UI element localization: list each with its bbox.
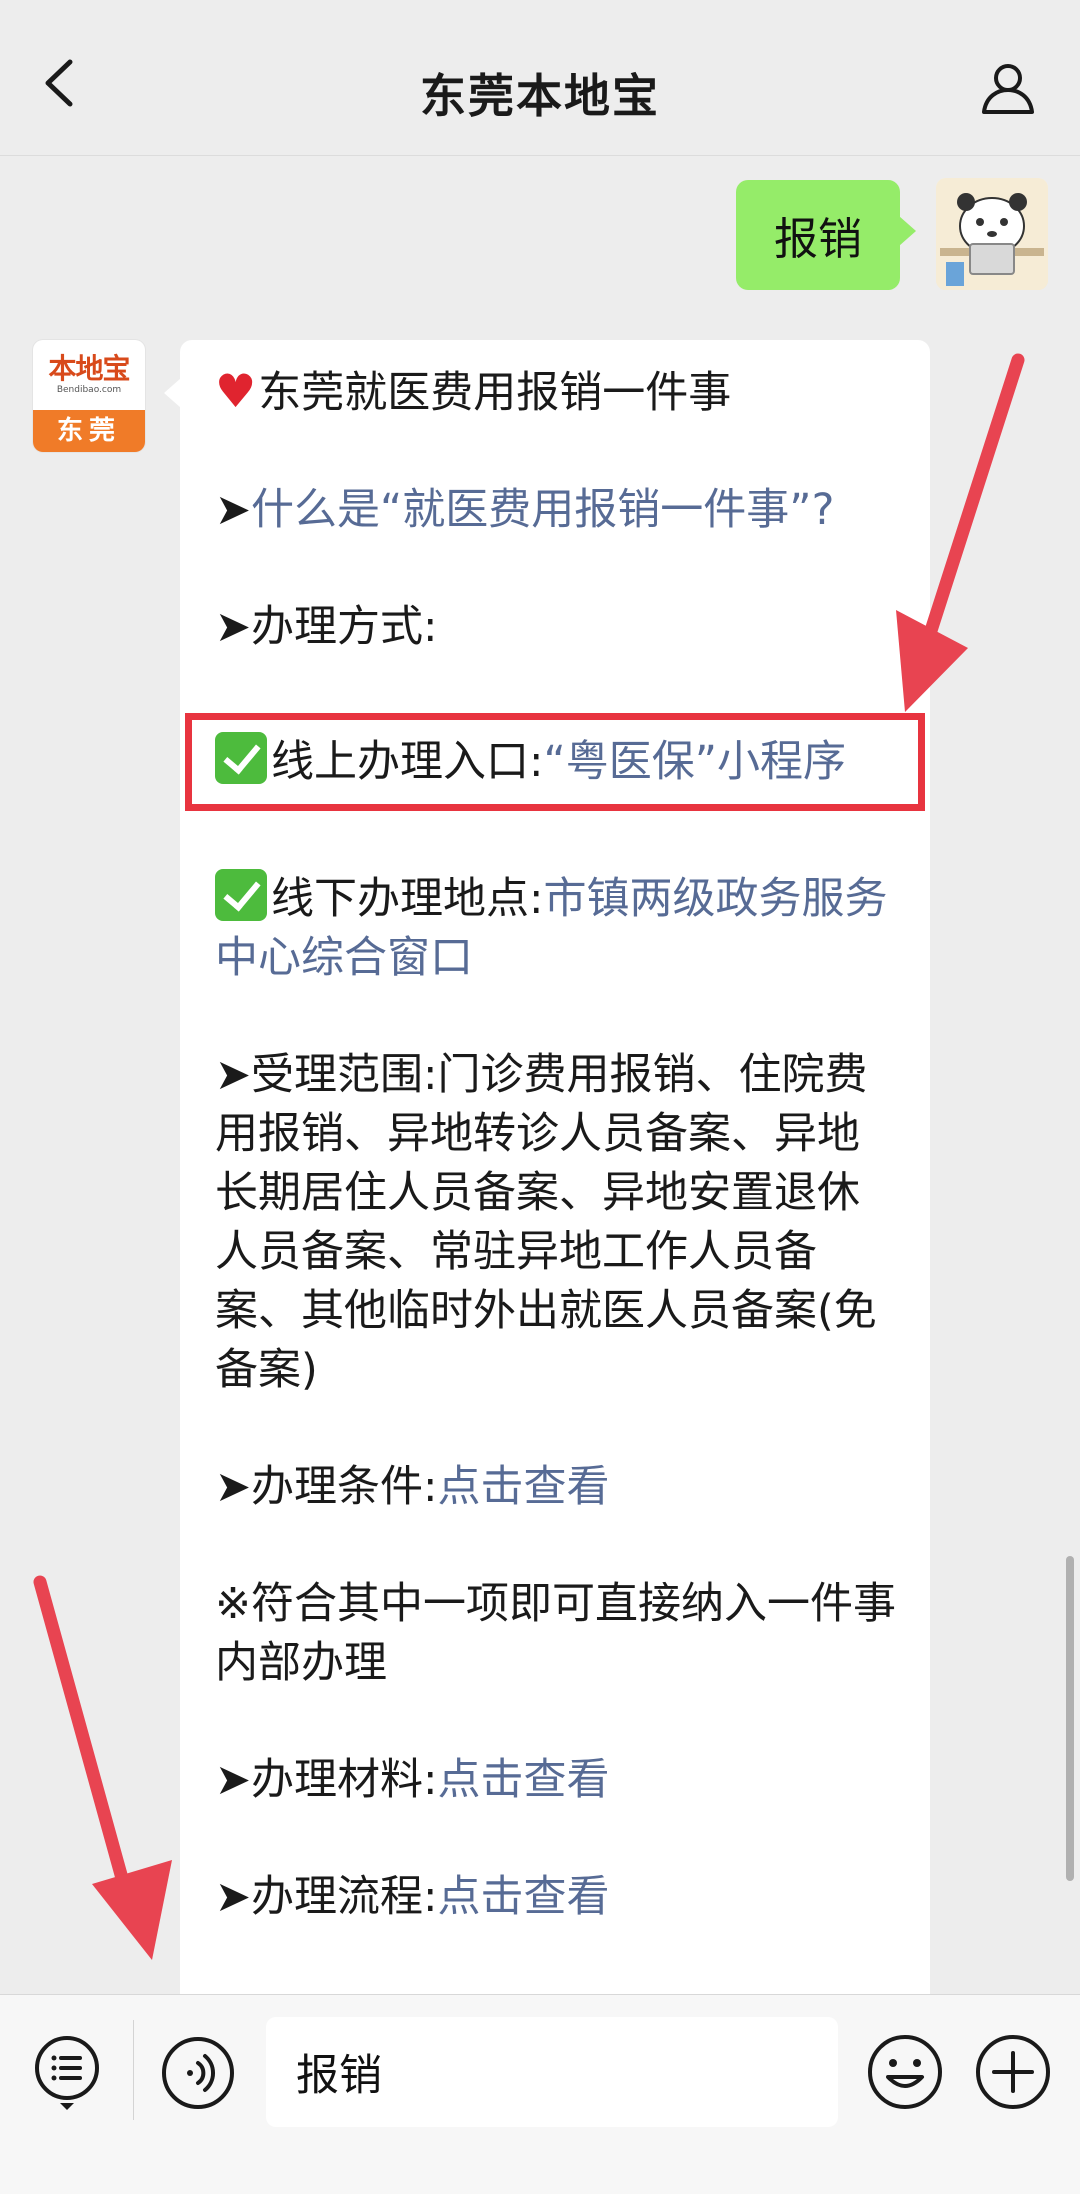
heading-text: 东莞就医费用报销一件事 bbox=[258, 368, 732, 418]
chat-header: 东莞本地宝 bbox=[0, 0, 1080, 156]
what-is-line: ➤什么是“就医费用报销一件事”? bbox=[215, 481, 898, 540]
conditions-link[interactable]: 点击查看 bbox=[438, 1462, 610, 1512]
heart-icon: ♥ bbox=[215, 364, 257, 418]
user-avatar[interactable] bbox=[936, 178, 1048, 290]
emoji-icon[interactable] bbox=[866, 2033, 944, 2111]
voice-icon[interactable] bbox=[160, 2035, 236, 2111]
bot-message-content: ♥东莞就医费用报销一件事 ➤什么是“就医费用报销一件事”? ➤办理方式: 线上办… bbox=[180, 340, 930, 1927]
offline-line: 线下办理地点:市镇两级政务服务中心综合窗口 bbox=[215, 869, 898, 988]
user-message-bubble[interactable]: 报销 bbox=[736, 180, 916, 290]
profile-icon[interactable] bbox=[978, 58, 1038, 118]
message-input-text: 报销 bbox=[296, 2051, 382, 2101]
note-text: ※符合其中一项即可直接纳入一件事内部办理 bbox=[215, 1579, 897, 1688]
message-input[interactable]: 报销 bbox=[266, 2017, 838, 2127]
checkmark-icon bbox=[215, 869, 267, 921]
bottom-input-bar: 报销 bbox=[0, 1994, 1080, 2194]
checkmark-icon bbox=[215, 732, 267, 784]
online-entry-highlight: 线上办理入口:“粤医保”小程序 bbox=[185, 713, 925, 811]
chat-area[interactable]: 报销 本地宝 Bendibao.com 东莞 ♥东莞就医费用报销一件事 ➤什么是… bbox=[0, 156, 1080, 1994]
method-label: ➤办理方式: bbox=[215, 602, 438, 652]
process-label: ➤办理流程: bbox=[215, 1872, 438, 1922]
bot-brand-text: 本地宝 bbox=[48, 352, 130, 385]
plus-icon[interactable] bbox=[974, 2033, 1052, 2111]
menu-list-icon[interactable] bbox=[32, 2033, 102, 2113]
what-is-link[interactable]: 什么是“就医费用报销一件事”? bbox=[251, 485, 834, 535]
materials-link[interactable]: 点击查看 bbox=[438, 1755, 610, 1805]
bot-logo-top: 本地宝 Bendibao.com bbox=[33, 340, 145, 410]
scope-text: ➤受理范围:门诊费用报销、住院费用报销、异地转诊人员备案、异地长期居住人员备案、… bbox=[215, 1050, 877, 1395]
bot-domain-text: Bendibao.com bbox=[56, 385, 122, 395]
user-message-text: 报销 bbox=[774, 214, 862, 265]
offline-label: 线下办理地点: bbox=[271, 874, 544, 924]
chat-title: 东莞本地宝 bbox=[420, 69, 660, 123]
bot-avatar[interactable]: 本地宝 Bendibao.com 东莞 bbox=[33, 340, 145, 452]
panda-avatar-icon bbox=[936, 178, 1048, 290]
arrow-bullet: ➤ bbox=[215, 485, 252, 535]
materials-line: ➤办理材料:点击查看 bbox=[215, 1751, 898, 1810]
online-entry-link[interactable]: “粤医保”小程序 bbox=[544, 737, 847, 787]
process-link[interactable]: 点击查看 bbox=[438, 1872, 610, 1922]
bot-city-label: 东莞 bbox=[33, 410, 145, 452]
heading-line: ♥东莞就医费用报销一件事 bbox=[215, 362, 898, 423]
materials-label: ➤办理材料: bbox=[215, 1755, 438, 1805]
conditions-line: ➤办理条件:点击查看 bbox=[215, 1458, 898, 1517]
bot-message-bubble: ♥东莞就医费用报销一件事 ➤什么是“就医费用报销一件事”? ➤办理方式: 线上办… bbox=[164, 340, 930, 1994]
scrollbar[interactable] bbox=[1066, 1556, 1074, 1881]
bar-divider bbox=[133, 2020, 134, 2120]
conditions-label: ➤办理条件: bbox=[215, 1462, 438, 1512]
process-line: ➤办理流程:点击查看 bbox=[215, 1868, 898, 1927]
online-label: 线上办理入口: bbox=[271, 737, 544, 787]
